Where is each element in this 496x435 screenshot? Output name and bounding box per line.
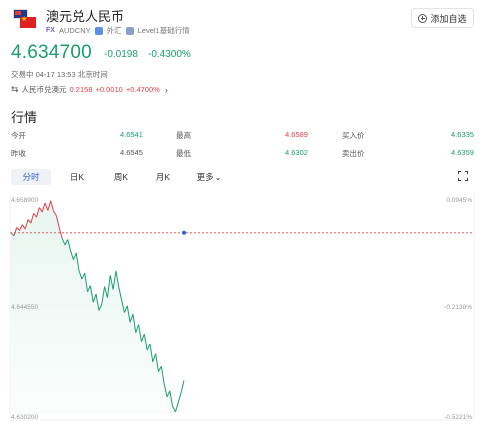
prev-close-label: 昨收	[11, 149, 26, 158]
add-watchlist-label: 添加自选	[430, 13, 467, 24]
market-section-title: 行情	[11, 110, 38, 125]
intraday-chart-svg	[9, 192, 475, 421]
prev-close-value: 4.6545	[120, 148, 143, 157]
instrument-tags: FX AUDCNY 外汇 Level1基础行情	[46, 25, 190, 36]
low-label: 最低	[176, 149, 191, 158]
fx-badge: FX	[46, 27, 55, 34]
intraday-chart: 4.658900 4.644550 4.630200 0.0945% -0.21…	[0, 192, 496, 435]
fullscreen-icon[interactable]	[458, 171, 468, 181]
instrument-code: AUDCNY	[58, 26, 91, 35]
bid-value: 4.6335	[451, 130, 474, 139]
period-tabs: 分时 日K 周K 月K 更多 ⌄	[11, 169, 491, 185]
reverse-pair-label: 人民币兑澳元	[21, 85, 67, 94]
tab-more-label: 更多	[196, 172, 214, 182]
last-price-dot	[182, 230, 186, 235]
reverse-pair-link[interactable]: ⇆ 人民币兑澳元 0.2158 +0.0010 +0.4700% ›	[11, 84, 168, 95]
y-axis-left-top: 4.658900	[11, 197, 39, 204]
y-axis-right-bottom: -0.5221%	[444, 414, 472, 421]
swap-icon: ⇆	[11, 84, 19, 94]
level-tag: Level1基础行情	[137, 26, 190, 35]
chevron-right-icon: ›	[164, 84, 168, 95]
high-label: 最高	[176, 131, 191, 140]
market-tag: 外汇	[106, 26, 122, 35]
forex-icon	[94, 26, 103, 35]
currency-flags-icon	[13, 9, 37, 29]
low-value: 4.6302	[285, 148, 308, 157]
level-icon	[125, 26, 134, 35]
china-flag-icon	[20, 15, 36, 28]
chevron-down-icon: ⌄	[214, 172, 222, 182]
reverse-pair-change-percent: +0.4700%	[125, 85, 160, 94]
ask-value: 4.6359	[451, 148, 474, 157]
tab-daily[interactable]: 日K	[59, 169, 95, 185]
tab-monthly[interactable]: 月K	[145, 169, 181, 185]
y-axis-left-mid: 4.644550	[11, 304, 39, 311]
current-price: 4.634700	[11, 42, 92, 63]
price-change-percent: -0.4300%	[148, 49, 191, 60]
open-value: 4.6541	[120, 130, 143, 139]
y-axis-left-bottom: 4.630200	[11, 414, 39, 421]
plus-circle-icon	[418, 13, 428, 23]
page-title: 澳元兑人民币	[46, 9, 125, 24]
tab-more[interactable]: 更多 ⌄	[187, 169, 231, 185]
reverse-pair-change: +0.0010	[95, 85, 123, 94]
add-watchlist-button[interactable]: 添加自选	[411, 8, 474, 28]
tab-weekly[interactable]: 周K	[103, 169, 139, 185]
y-axis-right-top: 0.0945%	[446, 197, 472, 204]
reverse-pair-price: 0.2158	[69, 85, 93, 94]
header: 澳元兑人民币 FX AUDCNY 外汇 Level1基础行情 添加自选	[0, 0, 496, 40]
trading-status: 交易中 04-17 13:53 北京时间	[11, 70, 108, 79]
ask-label: 卖出价	[342, 149, 365, 158]
price-change: -0.0198	[104, 49, 138, 60]
high-value: 4.6589	[285, 130, 308, 139]
open-label: 今开	[11, 131, 26, 140]
tab-intraday[interactable]: 分时	[11, 169, 51, 185]
bid-label: 买入价	[342, 131, 365, 140]
y-axis-right-mid: -0.2138%	[444, 304, 472, 311]
